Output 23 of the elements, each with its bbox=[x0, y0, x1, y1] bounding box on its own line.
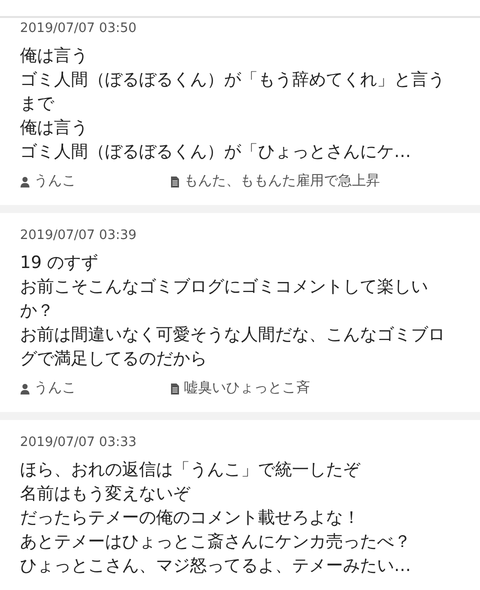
comment-text: あとテメーはひょっとこ斎さんにケンカ売ったべ？ bbox=[20, 531, 411, 554]
document-icon bbox=[170, 382, 180, 394]
comment-text: ゴミ人間（ぼるぼるくん）が「ひょっとさんにケ… bbox=[20, 141, 411, 164]
comment-text: お前は間違いなく可愛そうな人間だな、こんなゴミブログで満足してるのだから bbox=[20, 324, 446, 371]
author-name[interactable]: うんこ bbox=[34, 172, 76, 191]
comment-text: お前こそこんなゴミブログにゴミコメントして楽しいか？ bbox=[20, 276, 429, 323]
comment-text: 名前はもう変えないぞ bbox=[20, 483, 190, 506]
comment-date: 2019/07/07 03:33 bbox=[20, 434, 138, 451]
comment-date: 2019/07/07 03:39 bbox=[20, 227, 138, 244]
comment-text: ゴミ人間（ぼるぼるくん）が「もう辞めてくれ」と言うまで bbox=[20, 69, 446, 116]
comment-text: ひょっとこさん、マジ怒ってるよ、テメーみたい… bbox=[20, 555, 411, 578]
article-link[interactable]: もんた、ももんた雇用で急上昇 bbox=[184, 172, 380, 191]
comment-text: 19 のすず bbox=[20, 252, 98, 275]
comment-text: 俺は言う bbox=[20, 45, 88, 68]
comment-text: 俺は言う bbox=[20, 117, 88, 140]
comment-text: だったらテメーの俺のコメント載せろよな！ bbox=[20, 507, 360, 530]
article-link[interactable]: 嘘臭いひょっとこ斉 bbox=[184, 379, 310, 398]
comment-text: ほら、おれの返信は「うんこ」で統一したぞ bbox=[20, 459, 360, 482]
author-name[interactable]: うんこ bbox=[34, 379, 76, 398]
person-icon bbox=[20, 176, 30, 188]
person-icon bbox=[20, 382, 30, 394]
comment-date: 2019/07/07 03:50 bbox=[20, 20, 138, 37]
document-icon bbox=[170, 176, 180, 188]
